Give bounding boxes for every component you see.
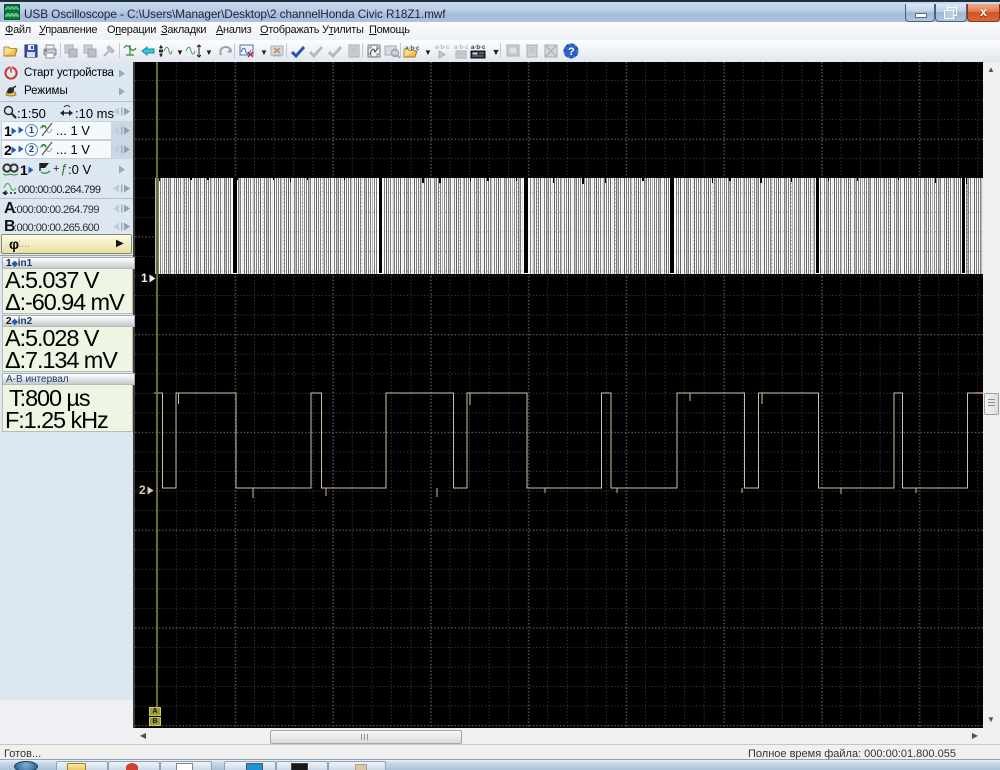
svg-text:a·b·c: a·b·c: [471, 45, 486, 51]
svg-text:?: ?: [568, 46, 575, 58]
svg-text:a·b·c: a·b·c: [454, 45, 469, 51]
svg-text:a·b·c: a·b·c: [435, 45, 450, 51]
